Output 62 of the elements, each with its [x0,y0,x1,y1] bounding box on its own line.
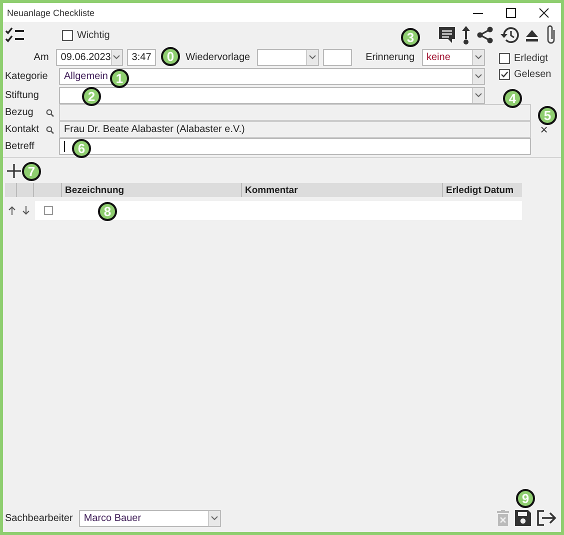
callout-badge: 4 [503,89,522,108]
checkbox-label: Gelesen [514,69,552,80]
exit-icon[interactable] [537,510,557,526]
text-field[interactable] [59,138,531,155]
date-picker[interactable]: 09.06.2023 [56,48,123,66]
checklist-icon [5,27,25,43]
clear-button[interactable]: × [540,123,548,136]
column-header[interactable]: Erledigt Datum [443,183,522,197]
paperclip-icon[interactable] [545,24,557,46]
field-label: Am [32,52,49,62]
column-header[interactable]: Kommentar [242,183,443,197]
lookup-field[interactable] [59,104,531,121]
checkbox-label: Erledigt [514,53,548,64]
reminder-dropdown[interactable]: keine [422,48,485,66]
arrow-up-icon[interactable] [6,206,18,215]
history-icon[interactable] [499,26,519,44]
field-label: Erinnerung [366,52,414,62]
field-label: Kategorie [5,71,48,82]
field-label: Stiftung [5,90,39,101]
callout-badge: 3 [401,28,420,47]
arrow-down-icon[interactable] [20,206,32,215]
field-label: Wiedervorlage [186,52,250,62]
caret-icon [475,93,482,98]
checkbox-label: Wichtig [77,30,110,40]
upload-icon[interactable] [461,25,471,45]
checkbox[interactable] [44,206,53,215]
caret-icon [475,54,482,60]
dropdown-button[interactable] [306,50,318,64]
dropdown-button[interactable] [472,69,484,84]
search-icon[interactable] [46,108,54,116]
dropdown-button[interactable] [472,88,484,103]
dropdown-button[interactable] [472,50,484,64]
caret-icon [475,74,482,79]
close-icon[interactable] [539,8,549,18]
field-label: Bezug [5,107,34,118]
save-icon[interactable] [515,510,531,526]
share-icon[interactable] [476,26,494,44]
callout-badge: 5 [538,106,557,125]
lookup-field[interactable]: Frau Dr. Beate Alabaster (Alabaster e.V.) [59,121,531,138]
caret-icon [210,516,218,520]
checkbox[interactable] [62,30,73,40]
time-field[interactable]: 3:47 [126,48,156,66]
column-header[interactable]: Bezeichnung [62,183,242,197]
callout-badge: 9 [516,489,535,508]
checkbox[interactable] [499,69,510,80]
dropdown[interactable]: Marco Bauer [78,510,221,526]
time-field[interactable] [322,48,352,66]
comment-icon[interactable] [438,26,456,44]
dropdown-button[interactable] [208,510,220,526]
dropdown-button[interactable] [110,50,122,64]
checkbox[interactable] [499,53,510,64]
callout-badge: 0 [161,47,180,66]
callout-badge: 7 [22,162,41,181]
field-label: Betreff [5,141,34,152]
search-icon[interactable] [46,126,54,134]
maximize-icon[interactable] [506,8,516,18]
field-label: Sachbearbeiter [5,512,73,524]
add-icon[interactable] [7,164,21,178]
window-title: Neuanlage Checkliste [7,8,96,18]
caret-icon [113,54,120,60]
caret-icon [308,54,316,60]
field-label: Kontakt [5,124,39,135]
